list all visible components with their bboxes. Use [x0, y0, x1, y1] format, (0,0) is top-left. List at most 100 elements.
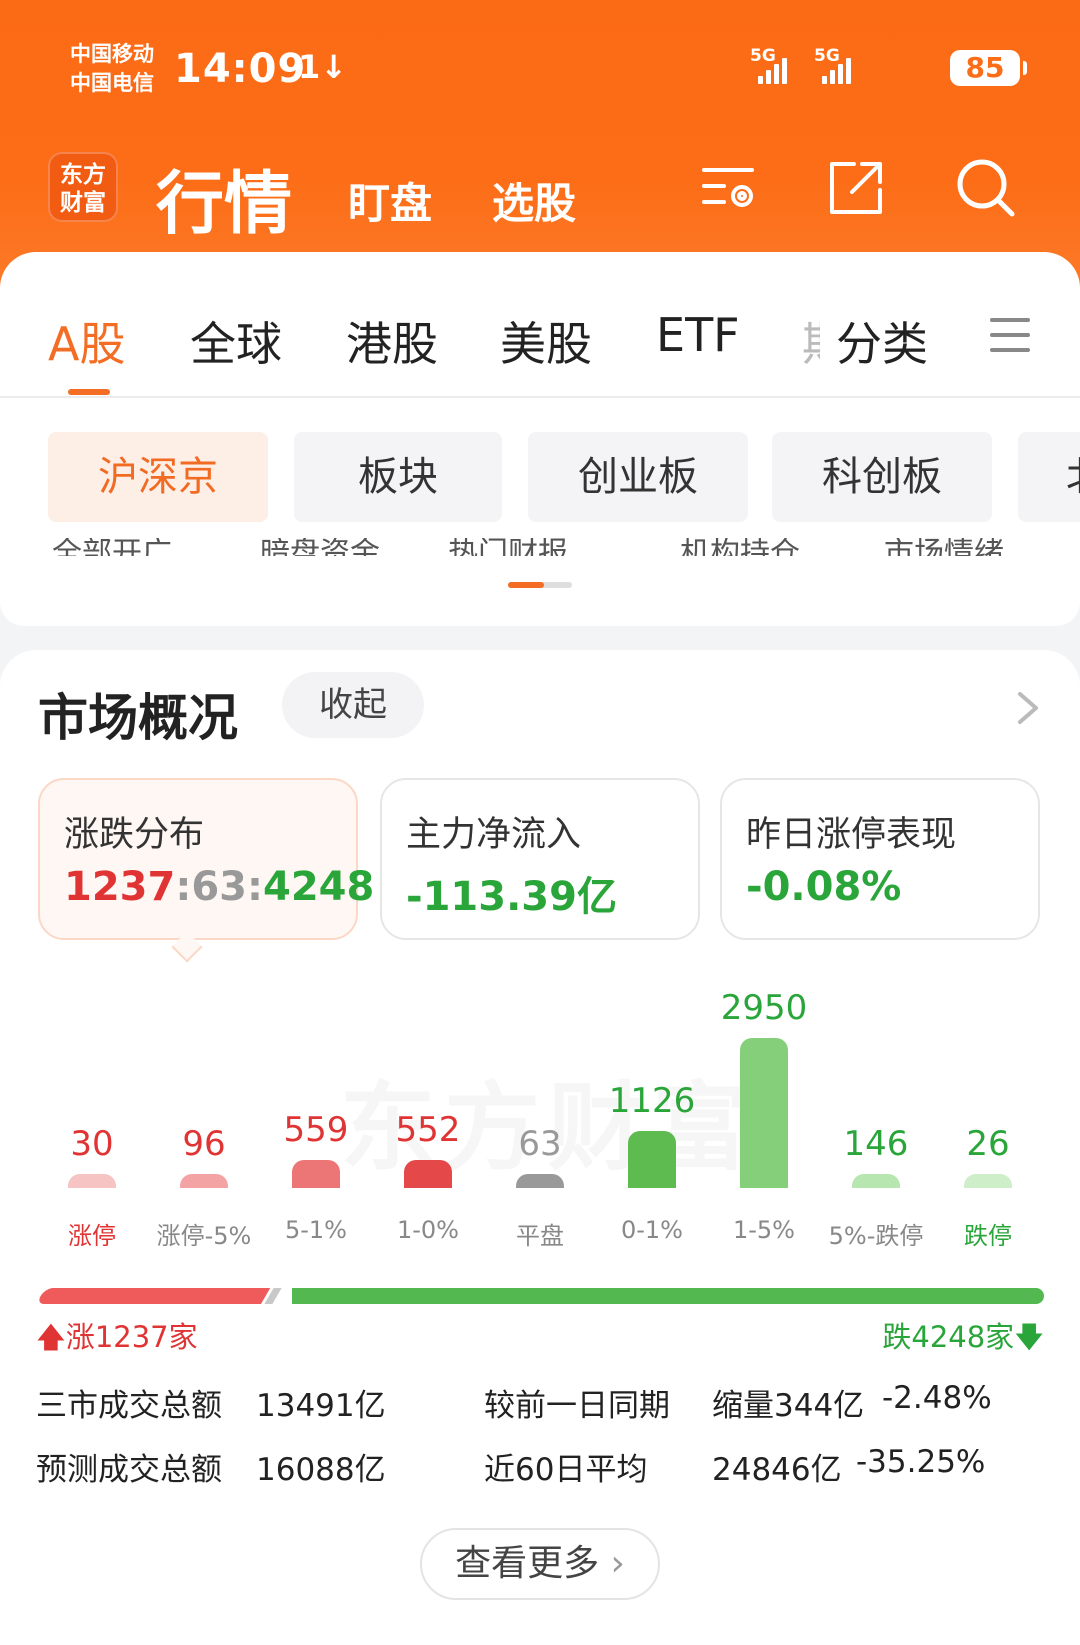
shortcut-1[interactable]: 全部开广: [52, 538, 172, 556]
forecast-value: 16088亿: [256, 1452, 386, 1488]
shortcut-5[interactable]: 市场情绪: [884, 538, 1004, 556]
bar-category-label: 1-0%: [396, 1216, 459, 1244]
chart-bar: [292, 1159, 340, 1188]
compare-label: 较前一日同期: [484, 1388, 670, 1424]
page-indicator: [508, 582, 572, 588]
chart-bar: [964, 1174, 1012, 1188]
bar-value-label: 26: [966, 1124, 1010, 1164]
app-logo: 东方 财富: [48, 152, 118, 222]
shortcut-3[interactable]: 热门财报: [448, 538, 568, 556]
active-tab-indicator: [68, 389, 110, 395]
signal-1-icon: 5G: [750, 46, 810, 86]
carrier-2: 中国电信: [70, 71, 154, 95]
card-net-inflow[interactable]: 主力净流入 -113.39亿: [380, 778, 700, 940]
tab-us[interactable]: 美股: [500, 308, 592, 374]
status-bar: 中国移动 中国电信 14:09 1↓ 5G 5G 85: [70, 36, 1027, 106]
avg60-label: 近60日平均: [484, 1452, 648, 1488]
market-panel: A股 全球 港股 美股 ETF 期 分类 沪深京 板块 创业板 科创板 北 全部…: [0, 252, 1080, 626]
nav-stock-picker[interactable]: 选股: [492, 170, 576, 231]
section-title: 市场概况: [38, 689, 238, 747]
card-value: -0.08%: [746, 864, 902, 910]
app-bar: 东方 财富 行情 盯盘 选股: [48, 148, 1020, 244]
rise-count-label: 🡅涨1237家: [36, 1320, 198, 1354]
subtab-shsz[interactable]: 沪深京: [48, 432, 268, 522]
card-label: 昨日涨停表现: [746, 815, 957, 855]
search-icon[interactable]: [954, 156, 1018, 220]
fall-count-label: 跌4248家🡇: [882, 1320, 1044, 1354]
carrier-names: 中国移动 中国电信: [70, 40, 154, 98]
bar-value-label: 146: [843, 1124, 909, 1164]
bar-value-label: 96: [182, 1124, 226, 1164]
chart-bar: [516, 1174, 564, 1188]
separator: :: [247, 864, 263, 910]
bar-value-label: 30: [70, 1124, 114, 1164]
avg60-pct: -35.25%: [856, 1444, 986, 1480]
shortcut-2[interactable]: 暗盘资金: [260, 538, 380, 556]
chart-bar: [852, 1174, 900, 1188]
subtab-sector[interactable]: 板块: [294, 432, 502, 522]
tab-global[interactable]: 全球: [190, 308, 282, 374]
clock: 14:09: [174, 46, 307, 92]
collapse-button[interactable]: 收起: [282, 672, 424, 738]
bar-value-label: 2950: [720, 988, 808, 1028]
subtab-bse-partial[interactable]: 北: [1018, 432, 1080, 522]
share-icon[interactable]: [824, 156, 888, 220]
bar-value-label: 1126: [608, 1080, 696, 1121]
tab-futures-partial[interactable]: 期: [802, 308, 820, 374]
avg60-value: 24846亿: [712, 1452, 842, 1488]
chart-bar: [628, 1130, 676, 1188]
page-title[interactable]: 行情: [156, 148, 292, 247]
subtab-star[interactable]: 科创板: [772, 432, 992, 522]
card-limit-up-performance[interactable]: 昨日涨停表现 -0.08%: [720, 778, 1040, 940]
ratio-up: [36, 1288, 270, 1304]
forecast-label: 预测成交总额: [36, 1452, 222, 1488]
tab-category[interactable]: 分类: [836, 308, 928, 374]
turnover-label: 三市成交总额: [36, 1388, 222, 1424]
ratio-down: [292, 1288, 1044, 1304]
tab-a-shares[interactable]: A股: [48, 308, 125, 374]
shortcut-4[interactable]: 机构持仓: [680, 538, 800, 556]
battery-icon: 85: [950, 50, 1027, 86]
down-count: 4248: [263, 864, 375, 910]
separator: :: [175, 864, 192, 910]
nav-watch[interactable]: 盯盘: [348, 170, 432, 231]
market-tabs: A股 全球 港股 美股 ETF 期 分类: [48, 308, 1080, 371]
menu-icon[interactable]: [990, 318, 1030, 352]
chart-bar: [740, 1038, 788, 1188]
settings-list-icon[interactable]: [698, 156, 762, 220]
tab-hk[interactable]: 港股: [346, 308, 438, 374]
bar-category-label: 1-5%: [732, 1216, 795, 1244]
divider: [0, 396, 1080, 398]
bar-category-label: 0-1%: [620, 1216, 683, 1244]
card-value: 1237:63:4248: [64, 864, 374, 910]
card-label: 涨跌分布: [64, 815, 205, 855]
chart-bar: [68, 1174, 116, 1188]
carrier-1: 中国移动: [70, 42, 154, 66]
logo-line-2: 财富: [60, 190, 106, 216]
bar-category-label: 平盘: [516, 1222, 564, 1250]
rise-fall-ratio-bar: [36, 1288, 1044, 1304]
chart-bar: [404, 1159, 452, 1188]
tab-etf[interactable]: ETF: [656, 308, 740, 362]
bar-value-label: 63: [518, 1124, 562, 1164]
compare-pct: -2.48%: [882, 1380, 992, 1416]
card-label: 主力净流入: [406, 815, 582, 855]
overview-panel: 市场概况 收起 涨跌分布 1237:63:4248 主力净流入 -113.39亿…: [0, 650, 1080, 1645]
bar-category-label: 5%-跌停: [828, 1222, 924, 1250]
bar-category-label: 跌停: [964, 1222, 1012, 1250]
compare-value: 缩量344亿: [712, 1388, 865, 1424]
bar-category-label: 涨停-5%: [156, 1222, 252, 1250]
network-indicator: 1↓: [298, 48, 348, 86]
flat-count: 63: [191, 864, 247, 910]
view-more-button[interactable]: 查看更多 ›: [420, 1528, 660, 1600]
shortcut-row-clipped: 全部开广 暗盘资金 热门财报 机构持仓 市场情绪: [48, 538, 1048, 556]
card-distribution[interactable]: 涨跌分布 1237:63:4248: [38, 778, 374, 940]
chart-bar: [180, 1174, 228, 1188]
logo-line-1: 东方: [60, 162, 106, 188]
subtab-chinext[interactable]: 创业板: [528, 432, 748, 522]
chevron-right-icon[interactable]: [1014, 690, 1042, 726]
bar-category-label: 5-1%: [284, 1216, 347, 1244]
bar-value-label: 552: [395, 1109, 461, 1150]
up-count: 1237: [64, 864, 176, 910]
turnover-value: 13491亿: [256, 1388, 386, 1424]
